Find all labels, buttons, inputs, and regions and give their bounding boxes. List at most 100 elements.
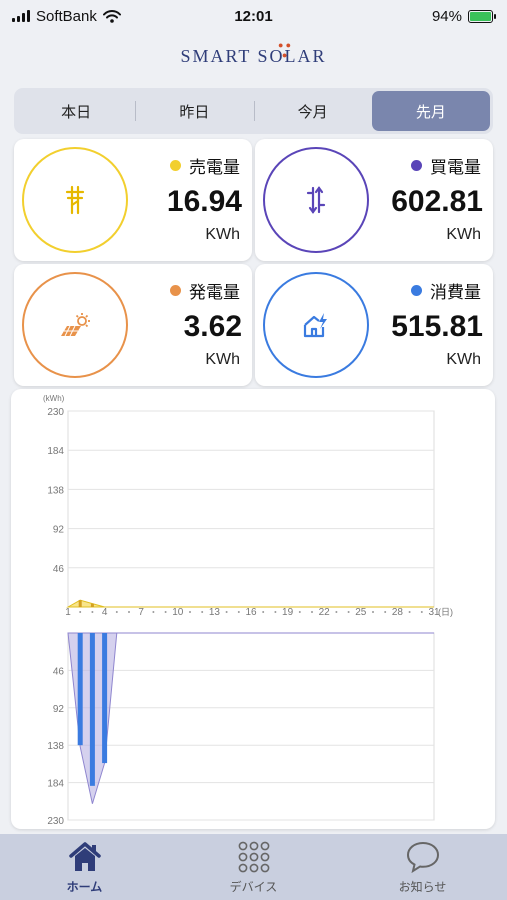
consume-bar xyxy=(77,633,83,746)
signal-icon xyxy=(12,10,30,22)
top-y-tick-label: 184 xyxy=(47,446,64,457)
status-bar: SoftBank 12:01 94% xyxy=(0,0,507,32)
x-minor-dot xyxy=(335,611,338,613)
consume-dot xyxy=(411,285,422,296)
x-tick-label: 13 xyxy=(209,607,221,618)
buy-card[interactable]: 買電量 602.81 KWh xyxy=(255,139,493,261)
x-unit-label: (日) xyxy=(438,607,453,617)
x-tick-label: 16 xyxy=(245,607,257,618)
sell-card[interactable]: 売電量 16.94 KWh xyxy=(14,139,252,261)
home-icon xyxy=(68,842,101,871)
x-minor-dot xyxy=(91,611,94,613)
energy-chart-svg: 230 184 138 92 46 46 92 138 184 230 (kWh) 1 4 7 10 13 16… xyxy=(43,394,453,827)
x-minor-dot xyxy=(420,611,423,613)
top-y-tick-label: 138 xyxy=(47,485,64,496)
x-minor-dot xyxy=(189,611,191,613)
x-minor-dot xyxy=(262,611,265,613)
logo-text: SMART SOLAR xyxy=(180,46,327,66)
x-minor-dot xyxy=(408,611,411,613)
tab-devices[interactable]: デバイス xyxy=(169,834,338,900)
bottom-y-tick-label: 46 xyxy=(53,666,65,677)
x-minor-dot xyxy=(298,611,301,613)
x-tick-label: 10 xyxy=(172,607,184,618)
y-unit-label: (kWh) xyxy=(43,394,65,403)
x-minor-dot xyxy=(384,611,387,613)
x-tick-label: 7 xyxy=(138,607,144,618)
grid-dots-icon xyxy=(238,841,269,873)
segment-2[interactable]: 今月 xyxy=(253,91,372,131)
x-tick-label: 1 xyxy=(65,607,71,618)
tab-devices-label: デバイス xyxy=(229,880,278,894)
sell-value: 16.94 xyxy=(166,185,242,218)
bottom-y-tick-label: 138 xyxy=(47,741,64,752)
segment-1[interactable]: 昨日 xyxy=(135,91,253,131)
consume-value: 515.81 xyxy=(391,310,483,343)
x-minor-dot xyxy=(128,611,130,613)
segment-3[interactable]: 先月 xyxy=(371,91,490,131)
x-minor-dot xyxy=(311,611,313,613)
consume-unit: KWh xyxy=(446,351,481,368)
generate-ring xyxy=(22,272,128,378)
consume-label: 消費量 xyxy=(411,278,481,303)
x-minor-dot xyxy=(237,611,240,613)
battery-percent: 94% xyxy=(431,7,462,25)
tab-home-label: ホーム xyxy=(66,880,103,894)
x-tick-label: 25 xyxy=(355,607,367,618)
x-minor-dot xyxy=(79,611,82,613)
carrier-name: SoftBank xyxy=(36,7,97,25)
house-bolt-icon xyxy=(303,313,327,338)
power-pole-icon xyxy=(65,185,85,215)
wifi-icon xyxy=(102,9,121,23)
x-minor-dot xyxy=(164,611,167,613)
top-y-tick-label: 46 xyxy=(53,564,65,575)
x-tick-label: 28 xyxy=(392,607,404,618)
sell-dot xyxy=(170,160,181,171)
status-right: 94% xyxy=(431,7,496,25)
logo-sun-icon: ● ● ● xyxy=(278,40,292,60)
generate-label: 発電量 xyxy=(170,278,240,303)
tab-notifications-label: お知らせ xyxy=(398,880,447,894)
generate-card[interactable]: 発電量 3.62 KWh xyxy=(14,264,252,386)
generate-dot xyxy=(170,285,181,296)
battery-icon xyxy=(468,9,496,23)
x-tick-label: 22 xyxy=(319,607,331,618)
tab-notifications[interactable]: お知らせ xyxy=(338,834,507,900)
generate-unit: KWh xyxy=(205,351,240,368)
bottom-y-tick-label: 230 xyxy=(47,816,64,827)
x-minor-dot xyxy=(115,611,118,613)
tab-home[interactable]: ホーム xyxy=(0,834,169,900)
status-left: SoftBank xyxy=(12,8,121,25)
period-selector: 本日 昨日 今月 先月 xyxy=(14,88,493,134)
energy-chart[interactable]: 230 184 138 92 46 46 92 138 184 230 (kWh) 1 4 7 10 13 16… xyxy=(11,389,495,829)
x-minor-dot xyxy=(274,611,277,613)
consume-ring xyxy=(263,272,369,378)
buy-area xyxy=(67,632,434,804)
segment-0[interactable]: 本日 xyxy=(17,91,135,131)
x-minor-dot xyxy=(201,611,204,613)
consume-bar xyxy=(102,633,108,764)
tab-bar: ホーム デバイス お知らせ xyxy=(0,834,507,900)
consume-label-text: 消費量 xyxy=(430,283,481,302)
buy-dot xyxy=(411,160,422,171)
x-minor-dot xyxy=(225,611,228,613)
transfer-icon xyxy=(306,186,326,214)
x-tick-label: 4 xyxy=(102,607,108,618)
bottom-plot-frame xyxy=(67,632,435,821)
sell-bar xyxy=(90,603,94,607)
chat-bubble-icon xyxy=(406,841,439,874)
generate-value: 3.62 xyxy=(183,310,242,343)
sell-label: 売電量 xyxy=(170,153,240,178)
consume-card[interactable]: 消費量 515.81 KWh xyxy=(255,264,493,386)
x-minor-dot xyxy=(347,611,350,613)
sell-unit: KWh xyxy=(205,226,240,243)
x-minor-dot xyxy=(152,611,155,613)
buy-ring xyxy=(263,147,369,253)
buy-unit: KWh xyxy=(446,226,481,243)
top-y-tick-label: 230 xyxy=(47,407,64,418)
x-tick-label: 19 xyxy=(282,607,294,618)
buy-label-text: 買電量 xyxy=(430,158,481,177)
app-logo: SMART SOLAR ● ● ● xyxy=(0,40,507,67)
buy-value: 602.81 xyxy=(391,185,483,218)
bottom-y-tick-label: 92 xyxy=(53,704,65,715)
generate-label-text: 発電量 xyxy=(189,283,240,302)
